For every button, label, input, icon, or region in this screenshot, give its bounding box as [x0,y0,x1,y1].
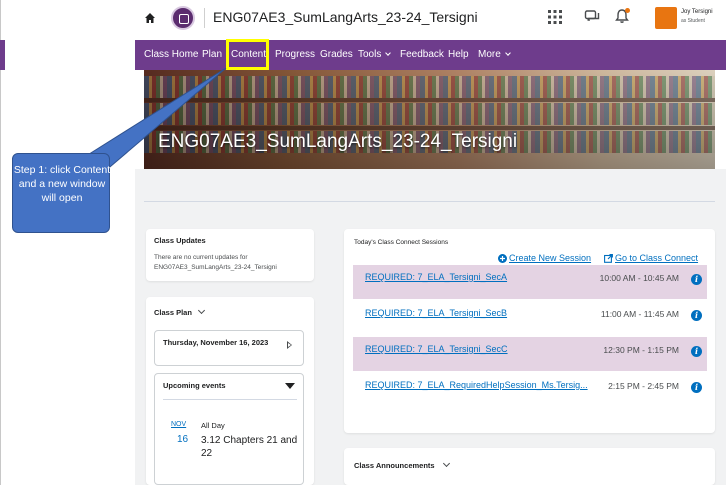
nav-grades[interactable]: Grades [320,49,353,60]
nav-more[interactable]: More [478,49,511,60]
upcoming-events-panel: Upcoming events NOV 16 All Day 3.12 Chap… [154,373,304,485]
content-divider [144,201,715,202]
class-plan-card: Class Plan Thursday, November 16, 2023 U… [146,297,314,485]
session-link[interactable]: REQUIRED: 7_ELA_Tersigni_SecB [365,308,507,318]
info-icon[interactable]: i [691,310,702,321]
nav-progress[interactable]: Progress [275,49,315,60]
left-edge-divider [0,0,1,485]
go-to-class-connect-link[interactable]: Go to Class Connect [615,253,698,263]
external-link-icon[interactable] [604,254,613,263]
class-updates-title: Class Updates [154,236,206,245]
event-time: All Day [201,421,225,430]
notification-dot [625,8,630,13]
nav-tools[interactable]: Tools [358,49,391,60]
create-session-link[interactable]: Create New Session [509,253,591,263]
class-connect-sessions-card: Today's Class Connect Sessions Create Ne… [344,229,715,433]
class-updates-message: There are no current updates for ENG07AE… [154,254,277,271]
plan-date-selector[interactable]: Thursday, November 16, 2023 [154,330,304,366]
upcoming-events-title: Upcoming events [163,381,226,390]
home-icon[interactable] [144,12,156,24]
banner-shade [144,70,715,169]
nav-plan[interactable]: Plan [202,49,222,60]
nav-tools-label: Tools [358,49,382,60]
user-avatar[interactable] [655,7,677,29]
plan-date: Thursday, November 16, 2023 [163,338,269,347]
class-updates-card: Class Updates There are no current updat… [146,229,314,281]
class-announcements-card: Class Announcements [344,448,715,485]
chevron-down-icon [442,459,450,468]
class-plan-toggle[interactable]: Class Plan [154,306,206,317]
course-title[interactable]: ENG07AE3_SumLangArts_23-24_Tersigni [213,9,478,25]
session-row: REQUIRED: 7_ELA_Tersigni_SecB 11:00 AM -… [353,301,707,335]
session-time: 2:15 PM - 2:45 PM [608,381,679,391]
info-icon[interactable]: i [691,346,702,357]
left-edge-accent [0,40,5,70]
apps-grid-icon[interactable] [548,10,562,24]
session-time: 12:30 PM - 1:15 PM [603,345,679,355]
event-day[interactable]: 16 [177,434,188,445]
course-banner: ENG07AE3_SumLangArts_23-24_Tersigni [144,70,715,169]
callout-text: Step 1: click Content and a new window w… [13,164,111,204]
session-link[interactable]: REQUIRED: 7_ELA_Tersigni_SecC [365,344,508,354]
top-header: ENG07AE3_SumLangArts_23-24_Tersigni Joy … [135,0,726,40]
session-time: 11:00 AM - 11:45 AM [600,309,679,319]
session-row: REQUIRED: 7_ELA_Tersigni_SecC 12:30 PM -… [353,337,707,371]
banner-title: ENG07AE3_SumLangArts_23-24_Tersigni [158,131,518,152]
course-navbar: Class Home Plan Content Progress Grades … [135,40,726,70]
add-circle-icon[interactable] [498,254,507,263]
chevron-down-icon [504,50,511,56]
collapse-caret-icon[interactable] [285,383,295,389]
header-divider [204,8,205,28]
session-link[interactable]: REQUIRED: 7_ELA_RequiredHelpSession_Ms.T… [365,380,588,390]
chevron-down-icon [385,50,391,56]
class-plan-title: Class Plan [154,308,192,317]
nav-class-home[interactable]: Class Home [144,49,198,60]
messages-icon[interactable] [584,9,600,25]
user-name[interactable]: Joy Tersigni [681,9,713,15]
session-row: REQUIRED: 7_ELA_RequiredHelpSession_Ms.T… [353,373,707,407]
info-icon[interactable]: i [691,382,702,393]
sessions-title: Today's Class Connect Sessions [354,239,449,246]
chevron-down-icon [197,306,206,315]
course-logo-icon[interactable] [171,6,195,30]
event-month[interactable]: NOV [171,421,186,428]
class-announcements-title: Class Announcements [354,461,435,470]
nav-feedback[interactable]: Feedback [400,49,444,60]
events-divider [163,399,297,400]
nav-help[interactable]: Help [448,49,469,60]
session-time: 10:00 AM - 10:45 AM [599,273,679,283]
nav-more-label: More [478,49,501,60]
session-link[interactable]: REQUIRED: 7_ELA_Tersigni_SecA [365,272,507,282]
next-date-icon[interactable] [287,341,292,349]
user-role: as Student [681,18,705,24]
event-title[interactable]: 3.12 Chapters 21 and 22 [201,434,301,460]
content-highlight-box [226,39,269,70]
class-announcements-toggle[interactable]: Class Announcements [354,459,450,470]
info-icon[interactable]: i [691,274,702,285]
session-row: REQUIRED: 7_ELA_Tersigni_SecA 10:00 AM -… [353,265,707,299]
instruction-callout: Step 1: click Content and a new window w… [12,153,110,233]
